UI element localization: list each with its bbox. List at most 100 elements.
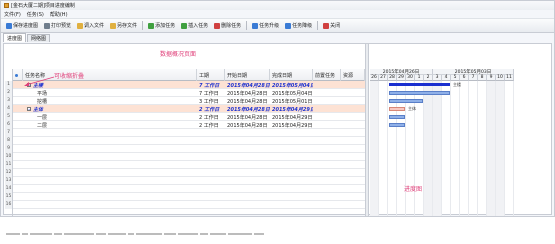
cell-start[interactable] bbox=[225, 129, 270, 137]
table-row[interactable]: 16 bbox=[5, 201, 365, 209]
cell-name[interactable]: − 主体 bbox=[23, 105, 197, 113]
cell-res[interactable] bbox=[341, 113, 365, 121]
cell-start[interactable] bbox=[225, 161, 270, 169]
cell-name[interactable]: 一层 bbox=[23, 113, 197, 121]
cell-pred[interactable] bbox=[313, 161, 341, 169]
table-row[interactable]: 2 平场 7 工作日 2015年04月28日 2015年05月04日 bbox=[5, 89, 365, 97]
cell-res[interactable] bbox=[341, 169, 365, 177]
cell-end[interactable] bbox=[270, 145, 313, 153]
cell-res[interactable] bbox=[341, 89, 365, 97]
cell-name[interactable] bbox=[23, 145, 197, 153]
menu-file[interactable]: 文件(F) bbox=[4, 11, 21, 18]
cell-pred[interactable] bbox=[313, 81, 341, 89]
row-number[interactable]: 12 bbox=[5, 169, 13, 177]
header-predecessor[interactable]: 前置任务 bbox=[313, 69, 341, 81]
cell-pred[interactable] bbox=[313, 121, 341, 129]
toolbar-button-open-file[interactable]: 调入文件 bbox=[75, 21, 106, 31]
cell-pred[interactable] bbox=[313, 137, 341, 145]
cell-name[interactable] bbox=[23, 201, 197, 209]
gantt-bar-task[interactable] bbox=[389, 123, 405, 127]
cell-name[interactable] bbox=[23, 169, 197, 177]
row-number[interactable]: 6 bbox=[5, 121, 13, 129]
cell-res[interactable] bbox=[341, 105, 365, 113]
cell-pred[interactable] bbox=[313, 185, 341, 193]
cell-pred[interactable] bbox=[313, 145, 341, 153]
table-row[interactable]: 4− 主体 2 工作日 2015年04月28日 2015年04月29日 bbox=[5, 105, 365, 113]
toolbar-button-close[interactable]: 关闭 bbox=[321, 21, 342, 31]
table-row[interactable]: 7 bbox=[5, 129, 365, 137]
toolbar-button-delete-task[interactable]: 删除任务 bbox=[212, 21, 243, 31]
header-end[interactable]: 完成日期 bbox=[270, 69, 313, 81]
cell-name[interactable]: 平场 bbox=[23, 89, 197, 97]
cell-duration[interactable]: 2 工作日 bbox=[197, 121, 225, 129]
gantt-bar-sum[interactable] bbox=[389, 83, 450, 86]
cell-res[interactable] bbox=[341, 121, 365, 129]
header-duration[interactable]: 工期 bbox=[197, 69, 225, 81]
cell-duration[interactable] bbox=[197, 201, 225, 209]
cell-duration[interactable] bbox=[197, 193, 225, 201]
cell-res[interactable] bbox=[341, 201, 365, 209]
collapse-toggle-icon[interactable]: − bbox=[27, 107, 31, 111]
cell-res[interactable] bbox=[341, 129, 365, 137]
cell-end[interactable] bbox=[270, 185, 313, 193]
cell-pred[interactable] bbox=[313, 105, 341, 113]
cell-pred[interactable] bbox=[313, 153, 341, 161]
table-row[interactable]: 6 二层 2 工作日 2015年04月28日 2015年04月29日 bbox=[5, 121, 365, 129]
cell-res[interactable] bbox=[341, 145, 365, 153]
table-row[interactable]: 14 bbox=[5, 185, 365, 193]
cell-duration[interactable] bbox=[197, 169, 225, 177]
cell-duration[interactable] bbox=[197, 185, 225, 193]
cell-pred[interactable] bbox=[313, 169, 341, 177]
row-number[interactable]: 3 bbox=[5, 97, 13, 105]
cell-end[interactable]: 2015年04月29日 bbox=[270, 121, 313, 129]
cell-name[interactable]: 二层 bbox=[23, 121, 197, 129]
table-row[interactable]: 8 bbox=[5, 137, 365, 145]
cell-start[interactable]: 2015年04月28日 bbox=[225, 81, 270, 89]
cell-end[interactable] bbox=[270, 193, 313, 201]
cell-name[interactable] bbox=[23, 137, 197, 145]
tab-gantt[interactable]: 进度图 bbox=[3, 33, 27, 42]
row-number[interactable]: 4 bbox=[5, 105, 13, 113]
row-number[interactable]: 13 bbox=[5, 177, 13, 185]
gantt-bar-pink[interactable] bbox=[389, 107, 405, 111]
cell-pred[interactable] bbox=[313, 97, 341, 105]
cell-end[interactable] bbox=[270, 129, 313, 137]
cell-end[interactable] bbox=[270, 161, 313, 169]
table-row[interactable]: 11 bbox=[5, 161, 365, 169]
table-row[interactable]: 10 bbox=[5, 153, 365, 161]
cell-name[interactable] bbox=[23, 161, 197, 169]
row-number[interactable]: 14 bbox=[5, 185, 13, 193]
cell-end[interactable]: 2015年05月04日 bbox=[270, 81, 313, 89]
cell-start[interactable] bbox=[225, 169, 270, 177]
cell-end[interactable]: 2015年05月01日 bbox=[270, 97, 313, 105]
menu-task[interactable]: 任务(S) bbox=[27, 11, 44, 18]
cell-end[interactable]: 2015年05月04日 bbox=[270, 89, 313, 97]
cell-end[interactable] bbox=[270, 137, 313, 145]
cell-duration[interactable] bbox=[197, 129, 225, 137]
cell-pred[interactable] bbox=[313, 201, 341, 209]
cell-duration[interactable]: 2 工作日 bbox=[197, 113, 225, 121]
cell-pred[interactable] bbox=[313, 129, 341, 137]
row-number[interactable]: 10 bbox=[5, 153, 13, 161]
cell-duration[interactable]: 7 工作日 bbox=[197, 81, 225, 89]
table-row[interactable]: 5 一层 2 工作日 2015年04月28日 2015年04月29日 bbox=[5, 113, 365, 121]
cell-duration[interactable] bbox=[197, 137, 225, 145]
pane-splitter[interactable] bbox=[365, 44, 369, 216]
cell-pred[interactable] bbox=[313, 89, 341, 97]
row-number[interactable]: 1 bbox=[5, 81, 13, 89]
cell-pred[interactable] bbox=[313, 177, 341, 185]
cell-duration[interactable] bbox=[197, 145, 225, 153]
table-row[interactable]: 12 bbox=[5, 169, 365, 177]
cell-res[interactable] bbox=[341, 185, 365, 193]
cell-duration[interactable]: 2 工作日 bbox=[197, 105, 225, 113]
cell-end[interactable] bbox=[270, 169, 313, 177]
cell-duration[interactable] bbox=[197, 161, 225, 169]
cell-end[interactable]: 2015年04月29日 bbox=[270, 105, 313, 113]
gantt-bar-task[interactable] bbox=[389, 115, 405, 119]
cell-duration[interactable] bbox=[197, 177, 225, 185]
menu-help[interactable]: 帮助(H) bbox=[50, 11, 68, 18]
cell-res[interactable] bbox=[341, 81, 365, 89]
toolbar-button-save[interactable]: 保存进度图 bbox=[4, 21, 40, 31]
table-row[interactable]: 9 bbox=[5, 145, 365, 153]
gantt-bar-task[interactable] bbox=[389, 99, 423, 103]
